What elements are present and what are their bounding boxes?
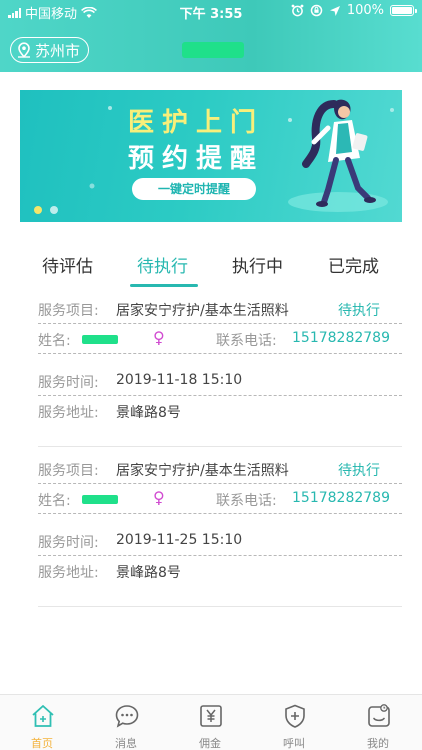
tabbar-profile[interactable]: 我的	[336, 695, 420, 750]
header: 中国移动 下午 3:55 100% 苏州市	[0, 0, 422, 72]
city-label: 苏州市	[35, 41, 81, 60]
banner-dot-2[interactable]	[50, 206, 58, 214]
city-selector[interactable]: 苏州市	[10, 37, 90, 63]
tabbar-commission-label: 佣金	[199, 737, 221, 750]
tabbar-call[interactable]: 呼叫	[252, 695, 336, 750]
banner-pagination	[34, 206, 58, 214]
time-value: 2019-11-18 15:10	[116, 372, 243, 388]
tabbar-commission[interactable]: 佣金	[168, 695, 252, 750]
phone-label: 联系电话:	[216, 493, 277, 509]
phone-label: 联系电话:	[216, 333, 277, 349]
tabbar-home[interactable]: 首页	[0, 695, 84, 750]
active-tab-indicator	[130, 284, 198, 287]
doctor-illustration	[302, 99, 376, 207]
page-title-redacted	[182, 42, 244, 58]
call-shield-icon	[285, 704, 305, 728]
alarm-icon	[291, 4, 304, 17]
order-card[interactable]: 服务项目: 居家安宁疗护/基本生活照料 待执行 姓名: ♀ 联系电话: 1517…	[38, 294, 402, 426]
status-bar: 中国移动 下午 3:55 100%	[0, 0, 422, 24]
banner-title-line2: 预约提醒	[128, 144, 265, 174]
name-redacted	[82, 335, 118, 344]
name-label: 姓名:	[38, 493, 71, 509]
tabbar-messages[interactable]: 消息	[84, 695, 168, 750]
order-divider	[38, 446, 402, 447]
home-icon	[32, 705, 54, 727]
name-label: 姓名:	[38, 333, 71, 349]
female-icon: ♀	[153, 488, 165, 507]
status-right: 100%	[291, 3, 417, 18]
address-value: 景峰路8号	[116, 405, 181, 421]
banner-title-line1: 医护上门	[128, 108, 265, 138]
rotation-lock-icon	[310, 4, 323, 17]
tab-pending-execution[interactable]: 待执行	[137, 252, 188, 277]
one-click-reminder-button[interactable]: 一键定时提醒	[132, 178, 256, 200]
tabbar-home-label: 首页	[31, 737, 53, 750]
time-row: 服务时间: 2019-11-18 15:10	[38, 366, 402, 396]
commission-icon	[200, 705, 222, 727]
service-value: 居家安宁疗护/基本生活照料	[116, 303, 289, 319]
address-label: 服务地址:	[38, 405, 99, 421]
status-badge: 待执行	[338, 463, 380, 479]
tab-completed[interactable]: 已完成	[328, 252, 379, 277]
address-value: 景峰路8号	[116, 565, 181, 581]
nav-bar: 苏州市	[0, 24, 422, 72]
contact-row: 姓名: ♀ 联系电话: 15178282789	[38, 484, 402, 514]
tabbar-profile-label: 我的	[367, 737, 389, 750]
tabbar-messages-label: 消息	[115, 737, 137, 750]
address-row: 服务地址: 景峰路8号	[38, 556, 402, 586]
bottom-tab-bar: 首页 消息 佣金 呼叫 我的	[0, 694, 422, 750]
tabbar-call-label: 呼叫	[283, 737, 305, 750]
screen: 中国移动 下午 3:55 100% 苏州市 医护上门 预约提醒 一键定时提醒 待…	[0, 0, 422, 750]
tab-in-progress[interactable]: 执行中	[232, 252, 283, 277]
service-row: 服务项目: 居家安宁疗护/基本生活照料 待执行	[38, 294, 402, 324]
banner[interactable]: 医护上门 预约提醒 一键定时提醒	[20, 90, 402, 222]
location-pin-icon	[18, 42, 30, 58]
service-value: 居家安宁疗护/基本生活照料	[116, 463, 289, 479]
service-label: 服务项目:	[38, 463, 99, 479]
location-arrow-icon	[329, 5, 340, 16]
status-badge: 待执行	[338, 303, 380, 319]
battery-percent: 100%	[346, 3, 384, 18]
address-row: 服务地址: 景峰路8号	[38, 396, 402, 426]
time-row: 服务时间: 2019-11-25 15:10	[38, 526, 402, 556]
time-label: 服务时间:	[38, 375, 99, 391]
battery-icon	[390, 5, 417, 16]
address-label: 服务地址:	[38, 565, 99, 581]
order-status-tabs: 待评估 待执行 执行中 已完成	[0, 244, 422, 288]
phone-number[interactable]: 15178282789	[292, 330, 390, 346]
tab-pending-evaluation[interactable]: 待评估	[42, 252, 93, 277]
name-redacted	[82, 495, 118, 504]
service-row: 服务项目: 居家安宁疗护/基本生活照料 待执行	[38, 454, 402, 484]
female-icon: ♀	[153, 328, 165, 347]
message-icon	[115, 705, 139, 728]
time-label: 服务时间:	[38, 535, 99, 551]
time-value: 2019-11-25 15:10	[116, 532, 243, 548]
banner-dot-1[interactable]	[34, 206, 42, 214]
order-divider	[38, 606, 402, 607]
profile-icon	[368, 704, 390, 727]
order-card[interactable]: 服务项目: 居家安宁疗护/基本生活照料 待执行 姓名: ♀ 联系电话: 1517…	[38, 454, 402, 586]
service-label: 服务项目:	[38, 303, 99, 319]
contact-row: 姓名: ♀ 联系电话: 15178282789	[38, 324, 402, 354]
phone-number[interactable]: 15178282789	[292, 490, 390, 506]
